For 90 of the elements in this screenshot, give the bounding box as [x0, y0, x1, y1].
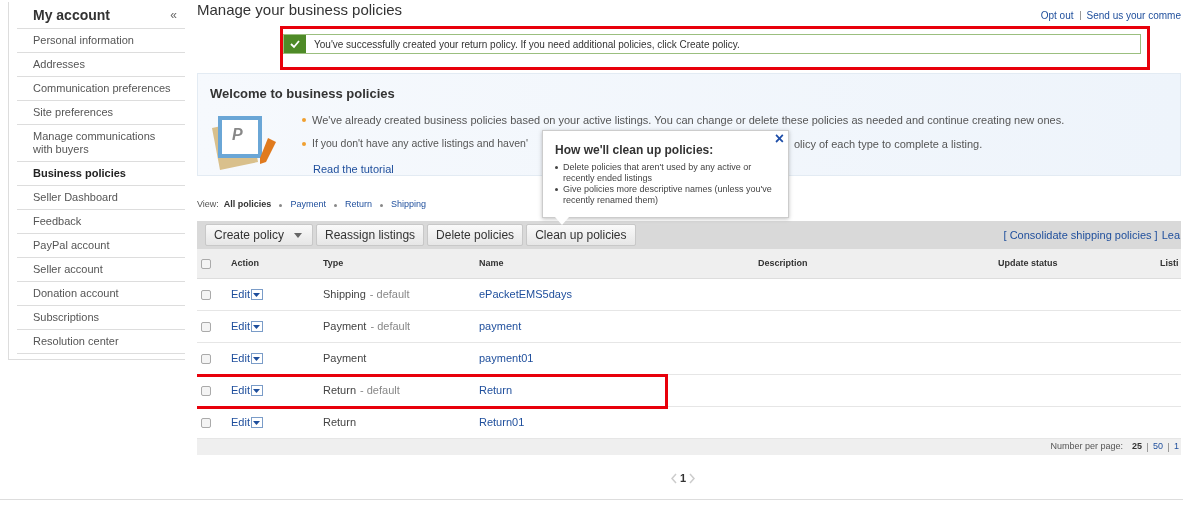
sidebar-item[interactable]: Communication preferences — [17, 77, 185, 101]
sidebar-item[interactable]: Resolution center — [17, 330, 185, 354]
view-filter-link[interactable]: All policies — [223, 198, 272, 212]
policy-name-link[interactable]: Return — [479, 384, 513, 397]
per-page-option[interactable]: 25 — [1131, 440, 1142, 454]
bullet-icon — [302, 117, 306, 122]
current-page[interactable]: 1 — [679, 470, 687, 487]
previous-page-icon[interactable] — [670, 472, 677, 484]
caret-icon — [294, 232, 303, 238]
sidebar-item[interactable]: Feedback — [17, 210, 185, 234]
policy-type: Payment — [323, 319, 367, 335]
consolidate-link[interactable]: [ Consolidate shipping policies ] — [1003, 226, 1158, 244]
edit-link[interactable]: Edit — [231, 286, 250, 303]
edit-link[interactable]: Edit — [231, 350, 250, 367]
bullet-icon — [555, 188, 558, 191]
default-label: - default — [360, 383, 400, 399]
separator-dot — [279, 203, 283, 207]
policy-name-link[interactable]: Return01 — [479, 416, 525, 429]
column-header: Listi — [1160, 256, 1180, 270]
welcome-bullet: We've already created business policies based on your active listings. You can change or delete these policies as needed and continue creating new ones. — [312, 112, 1065, 128]
dropdown-icon[interactable] — [250, 385, 263, 396]
sidebar-item[interactable]: Seller Dashboard — [17, 186, 185, 210]
header-link[interactable]: Send us your comme — [1086, 8, 1181, 23]
success-text: You've successfully created your return policy. If you need additional policies, click Create policy. — [314, 37, 740, 52]
sidebar-item[interactable]: Donation account — [17, 282, 185, 306]
sidebar-item[interactable]: Subscriptions — [17, 306, 185, 330]
next-page-icon[interactable] — [689, 472, 696, 484]
separator-dot — [379, 203, 383, 207]
view-label: View: — [197, 198, 219, 212]
collapse-button[interactable]: « — [170, 6, 177, 24]
row-checkbox[interactable] — [201, 321, 211, 332]
per-page-option[interactable]: 1 — [1174, 440, 1179, 454]
policy-name-link[interactable]: payment — [479, 320, 522, 333]
sidebar-item[interactable]: PayPal account — [17, 234, 185, 258]
view-filter-link[interactable]: Return — [344, 198, 372, 212]
per-page-label: Number per page: — [1050, 440, 1123, 454]
icon-letter: P — [232, 125, 243, 144]
header-link[interactable]: Opt out — [1040, 8, 1074, 23]
row-checkbox[interactable] — [201, 289, 211, 300]
policy-name-link[interactable]: payment01 — [479, 352, 534, 365]
default-label: - default — [369, 287, 410, 303]
bullet-icon — [555, 166, 558, 169]
policy-name-link[interactable]: ePacketEMS5days — [479, 288, 572, 301]
toolbar-button[interactable]: Clean up policies — [526, 224, 636, 246]
sidebar-item[interactable]: Manage communications with buyers — [17, 125, 185, 162]
toolbar-link-fragment[interactable]: Lea — [1161, 226, 1180, 244]
toolbar-button[interactable]: Reassign listings — [316, 224, 425, 246]
row-checkbox[interactable] — [201, 353, 211, 364]
toolbar-button[interactable]: Create policy — [205, 224, 314, 246]
page-title: Manage your business policies — [197, 0, 403, 20]
welcome-bullet: olicy of each type to complete a listing. — [793, 137, 983, 152]
sidebar-item[interactable]: Personal information — [17, 29, 185, 53]
column-header: Name — [479, 256, 505, 270]
sidebar-item[interactable]: Business policies — [17, 162, 185, 186]
policy-type: Return — [323, 415, 357, 431]
welcome-bullet: If you don't have any active listings and haven' — [312, 136, 528, 152]
per-page-option[interactable]: 50 — [1152, 440, 1163, 454]
separator-dot — [333, 203, 337, 207]
view-filter-link[interactable]: Shipping — [390, 198, 426, 212]
edit-link[interactable]: Edit — [231, 414, 250, 431]
view-filter-link[interactable]: Payment — [290, 198, 326, 212]
column-header: Action — [231, 256, 260, 270]
tutorial-link[interactable]: Read the tutorial — [313, 160, 394, 177]
tooltip-item: Delete policies that aren't used by any active or recently ended listings — [563, 162, 753, 184]
dropdown-icon[interactable] — [250, 289, 263, 300]
bullet-icon — [302, 142, 306, 147]
sidebar-item[interactable]: Addresses — [17, 53, 185, 77]
dropdown-icon[interactable] — [250, 353, 263, 364]
policy-type: Payment — [323, 351, 367, 367]
policy-type: Return — [323, 383, 357, 399]
toolbar-button[interactable]: Delete policies — [427, 224, 524, 246]
dropdown-icon[interactable] — [250, 321, 263, 332]
tooltip-title: How we'll clean up policies: — [555, 142, 715, 159]
sidebar-item[interactable]: Site preferences — [17, 101, 185, 125]
close-button[interactable]: × — [774, 129, 784, 149]
column-header: Description — [758, 256, 809, 270]
default-label: - default — [370, 319, 411, 335]
edit-link[interactable]: Edit — [231, 318, 250, 335]
sidebar-item[interactable]: Seller account — [17, 258, 185, 282]
edit-link[interactable]: Edit — [231, 382, 250, 399]
policy-type: Shipping — [323, 287, 366, 303]
welcome-title: Welcome to business policies — [210, 85, 396, 103]
row-checkbox[interactable] — [201, 385, 211, 396]
column-header: Update status — [998, 256, 1059, 270]
tooltip-item: Give policies more descriptive names (unless you've recently renamed them) — [563, 184, 773, 206]
select-all-checkbox[interactable] — [201, 258, 211, 269]
dropdown-icon[interactable] — [250, 417, 263, 428]
sidebar-title: My account — [33, 5, 110, 25]
row-checkbox[interactable] — [201, 417, 211, 428]
column-header: Type — [323, 256, 345, 270]
